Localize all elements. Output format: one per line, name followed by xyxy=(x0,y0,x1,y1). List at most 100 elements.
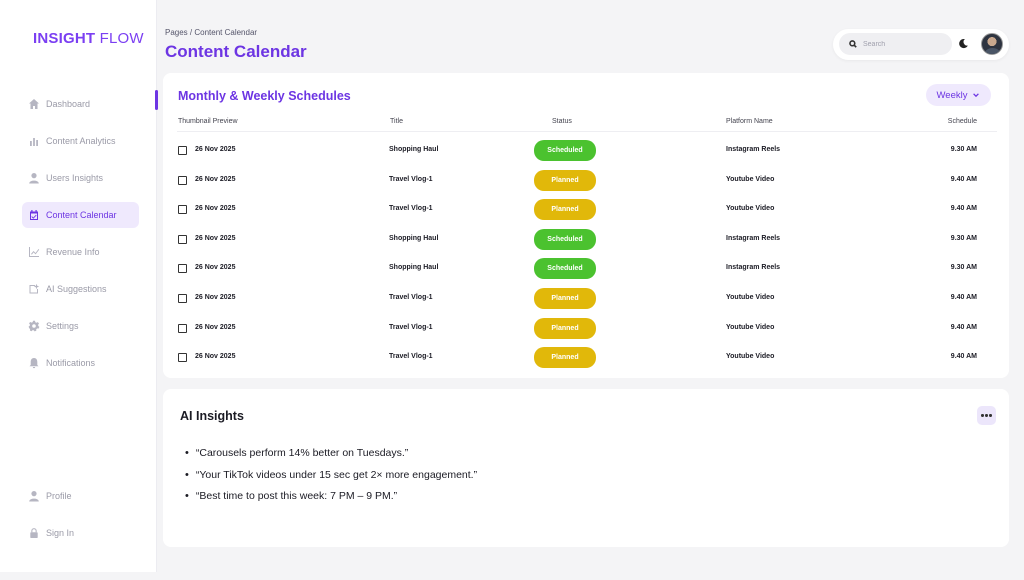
calendar-icon xyxy=(28,209,40,221)
table-row[interactable]: 26 Nov 2025 Travel Vlog-1 Planned Youtube V… xyxy=(177,167,997,196)
column-title: Title xyxy=(390,118,403,125)
status-badge: Planned xyxy=(534,317,596,339)
row-title: Shopping Haul xyxy=(389,234,439,242)
sidebar-item-label: Users Insights xyxy=(46,173,104,183)
table-row[interactable]: 26 Nov 2025 Travel Vlog-1 Planned Youtube V… xyxy=(177,344,997,373)
row-date: 26 Nov 2025 xyxy=(195,175,236,183)
table-row[interactable]: 26 Nov 2025 Shopping Haul Scheduled Instagr… xyxy=(177,137,997,166)
sidebar-item-label: Content Analytics xyxy=(46,136,116,146)
row-checkbox[interactable] xyxy=(178,294,187,303)
sidebar-item-revenue-info[interactable]: Revenue Info xyxy=(22,239,139,265)
search-box[interactable] xyxy=(839,33,952,55)
sidebar-item-ai-suggestions[interactable]: AI Suggestions xyxy=(22,276,139,302)
sidebar-item-dashboard[interactable]: Dashboard xyxy=(22,91,139,117)
row-checkbox[interactable] xyxy=(178,234,187,244)
row-platform: Youtube Video xyxy=(726,353,775,361)
sidebar-item-label: AI Suggestions xyxy=(46,284,107,294)
page-title: Content Calendar xyxy=(165,42,307,61)
sidebar-item-label: Sign In xyxy=(46,528,75,538)
sidebar-item-label: Profile xyxy=(46,491,72,501)
schedules-card: Monthly & Weekly Schedules Weekly Thumbn… xyxy=(163,73,1009,378)
insight-item: “Carousels perform 14% better on Tuesday… xyxy=(185,447,477,469)
row-checkbox[interactable] xyxy=(178,264,187,274)
lock-icon xyxy=(28,527,40,539)
status-badge: Planned xyxy=(534,288,596,309)
row-checkbox[interactable] xyxy=(178,146,187,155)
row-schedule: 9.40 AM xyxy=(950,205,977,213)
sidebar-item-notifications[interactable]: Notifications xyxy=(22,350,139,376)
home-icon xyxy=(28,98,40,110)
insight-item: “Best time to post this week: 7 PM – 9 P… xyxy=(185,490,477,512)
moon-icon[interactable] xyxy=(958,38,969,49)
row-checkbox[interactable] xyxy=(178,205,187,215)
row-date: 26 Nov 2025 xyxy=(195,323,236,331)
insights-title: AI Insights xyxy=(180,409,244,423)
more-options-button[interactable] xyxy=(977,406,996,425)
sidebar-item-content-analytics[interactable]: Content Analytics xyxy=(22,128,139,154)
row-date: 26 Nov 2025 xyxy=(195,294,236,301)
status-badge: Planned xyxy=(534,169,596,191)
insight-item: “Your TikTok videos under 15 sec get 2× … xyxy=(185,469,477,491)
bar-chart-icon xyxy=(28,135,40,147)
search-icon xyxy=(849,40,857,48)
sidebar-item-users-insights[interactable]: Users Insights xyxy=(22,165,139,191)
row-platform: Instagram Reels xyxy=(726,146,781,153)
line-chart-icon xyxy=(28,246,40,258)
active-indicator xyxy=(155,90,158,110)
sidebar-item-profile[interactable]: Profile xyxy=(22,483,139,509)
row-platform: Youtube Video xyxy=(726,294,775,301)
row-date: 26 Nov 2025 xyxy=(195,353,236,361)
status-badge: Scheduled xyxy=(534,228,596,250)
table-row[interactable]: 26 Nov 2025 Travel Vlog-1 Planned Youtube V… xyxy=(177,285,997,314)
table-row[interactable]: 26 Nov 2025 Shopping Haul Scheduled Instagr… xyxy=(177,255,997,284)
column-platform: Platform Name xyxy=(726,118,773,125)
search-input[interactable] xyxy=(863,40,943,48)
row-title: Shopping Haul xyxy=(389,146,439,153)
dot xyxy=(989,414,992,417)
row-schedule: 9.40 AM xyxy=(950,175,977,183)
row-schedule: 9.30 AM xyxy=(950,146,977,153)
sidebar-item-settings[interactable]: Settings xyxy=(22,313,139,339)
row-checkbox[interactable] xyxy=(178,175,187,185)
row-checkbox[interactable] xyxy=(178,353,187,363)
row-schedule: 9.30 AM xyxy=(950,264,977,272)
user-icon xyxy=(28,490,40,502)
row-date: 26 Nov 2025 xyxy=(195,146,236,153)
sidebar-item-content-calendar[interactable]: Content Calendar xyxy=(22,202,139,228)
bell-icon xyxy=(28,357,40,369)
row-title: Travel Vlog-1 xyxy=(389,175,433,183)
sidebar-item-label: Revenue Info xyxy=(46,247,100,257)
column-schedule: Schedule xyxy=(947,118,977,125)
status-badge: Planned xyxy=(534,199,596,221)
row-schedule: 9.40 AM xyxy=(950,294,977,301)
row-platform: Instagram Reels xyxy=(726,264,781,272)
brand-name-light: FLOW xyxy=(99,30,144,47)
sidebar-item-sign-in[interactable]: Sign In xyxy=(22,520,139,546)
column-status: Status xyxy=(552,118,572,125)
row-title: Travel Vlog-1 xyxy=(389,323,433,331)
table-header: Thumbnail Preview Title Status Platform … xyxy=(177,118,997,132)
status-badge: Scheduled xyxy=(534,140,596,161)
user-icon xyxy=(28,172,40,184)
row-schedule: 9.40 AM xyxy=(950,353,977,361)
insights-card: AI Insights “Carousels perform 14% bette… xyxy=(163,389,1009,547)
brand-name-bold: INSIGHT xyxy=(33,30,96,47)
chevron-down-icon xyxy=(973,93,980,98)
row-checkbox[interactable] xyxy=(178,323,187,333)
breadcrumb[interactable]: Pages / Content Calendar xyxy=(165,28,257,37)
dot xyxy=(981,414,984,417)
table-row[interactable]: 26 Nov 2025 Travel Vlog-1 Planned Youtube V… xyxy=(177,196,997,225)
topbar xyxy=(833,29,1009,60)
row-title: Shopping Haul xyxy=(389,264,439,272)
view-select-value: Weekly xyxy=(936,89,968,101)
view-select[interactable]: Weekly xyxy=(926,84,991,106)
row-platform: Youtube Video xyxy=(726,323,775,331)
table-row[interactable]: 26 Nov 2025 Travel Vlog-1 Planned Youtube V… xyxy=(177,315,997,344)
status-badge: Planned xyxy=(534,347,596,369)
table-row[interactable]: 26 Nov 2025 Shopping Haul Scheduled Instagr… xyxy=(177,226,997,255)
status-badge: Scheduled xyxy=(534,258,596,280)
brand-logo[interactable]: INSIGHT FLOW xyxy=(33,30,144,47)
row-title: Travel Vlog-1 xyxy=(389,294,433,301)
avatar[interactable] xyxy=(981,33,1003,55)
gear-icon xyxy=(28,320,40,332)
